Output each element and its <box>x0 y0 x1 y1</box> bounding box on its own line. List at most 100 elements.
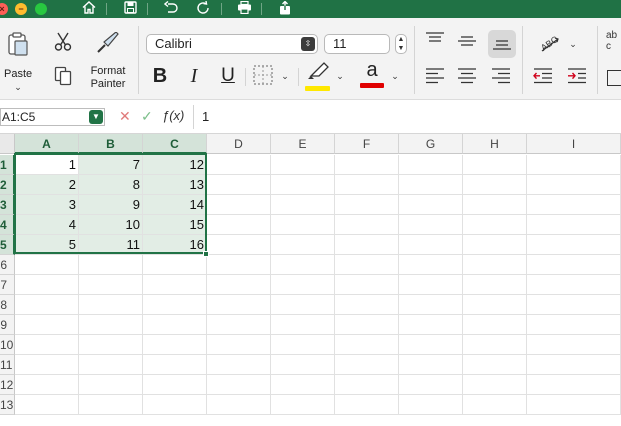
cell-h8[interactable] <box>463 295 527 315</box>
cell-e5[interactable] <box>271 235 335 255</box>
cell-b3[interactable]: 9 <box>79 195 143 215</box>
cell-d12[interactable] <box>207 375 271 395</box>
cell-c9[interactable] <box>143 315 207 335</box>
cell-d7[interactable] <box>207 275 271 295</box>
bold-button[interactable]: B <box>150 64 170 88</box>
row-header-5[interactable]: 5 <box>0 235 15 255</box>
cell-d10[interactable] <box>207 335 271 355</box>
cell-i11[interactable] <box>527 355 621 375</box>
cell-e9[interactable] <box>271 315 335 335</box>
cell-h13[interactable] <box>463 395 527 415</box>
fill-handle[interactable] <box>203 251 209 257</box>
cell-a5[interactable]: 5 <box>15 235 79 255</box>
column-header-d[interactable]: D <box>207 134 271 154</box>
cell-g9[interactable] <box>399 315 463 335</box>
cell-b5[interactable]: 11 <box>79 235 143 255</box>
cell-d9[interactable] <box>207 315 271 335</box>
cell-f9[interactable] <box>335 315 399 335</box>
cell-f1[interactable] <box>335 155 399 175</box>
increase-indent-button[interactable] <box>566 68 588 88</box>
chevron-down-icon[interactable]: ⌄ <box>4 81 32 94</box>
wrap-text-button[interactable]: ab c <box>606 30 621 56</box>
cell-i3[interactable] <box>527 195 621 215</box>
align-right-button[interactable] <box>490 68 512 88</box>
cell-i13[interactable] <box>527 395 621 415</box>
cell-g3[interactable] <box>399 195 463 215</box>
underline-button[interactable]: U <box>218 64 238 88</box>
row-header-8[interactable]: 8 <box>0 295 15 315</box>
cell-g1[interactable] <box>399 155 463 175</box>
cell-i8[interactable] <box>527 295 621 315</box>
cell-e7[interactable] <box>271 275 335 295</box>
row-header-12[interactable]: 12 <box>0 375 15 395</box>
cell-g2[interactable] <box>399 175 463 195</box>
cell-a11[interactable] <box>15 355 79 375</box>
align-center-button[interactable] <box>456 68 478 88</box>
align-top-button[interactable] <box>424 32 446 54</box>
cell-f6[interactable] <box>335 255 399 275</box>
row-header-1[interactable]: 1 <box>0 155 15 175</box>
align-middle-button[interactable] <box>456 34 478 56</box>
cell-b7[interactable] <box>79 275 143 295</box>
cell-b4[interactable]: 10 <box>79 215 143 235</box>
font-color-dropdown-chevron[interactable]: ⌄ <box>390 70 400 83</box>
home-icon[interactable] <box>79 1 99 17</box>
cell-d11[interactable] <box>207 355 271 375</box>
cell-e11[interactable] <box>271 355 335 375</box>
cell-h9[interactable] <box>463 315 527 335</box>
cell-a13[interactable] <box>15 395 79 415</box>
cell-h5[interactable] <box>463 235 527 255</box>
cell-g12[interactable] <box>399 375 463 395</box>
save-icon[interactable] <box>120 1 140 17</box>
cell-f8[interactable] <box>335 295 399 315</box>
cell-f11[interactable] <box>335 355 399 375</box>
cell-f10[interactable] <box>335 335 399 355</box>
cell-a2[interactable]: 2 <box>15 175 79 195</box>
cell-i7[interactable] <box>527 275 621 295</box>
cell-d13[interactable] <box>207 395 271 415</box>
cell-f13[interactable] <box>335 395 399 415</box>
cell-i1[interactable] <box>527 155 621 175</box>
close-window-button[interactable]: × <box>0 3 8 15</box>
cell-e3[interactable] <box>271 195 335 215</box>
cell-h7[interactable] <box>463 275 527 295</box>
font-size-select[interactable]: 11 <box>324 34 390 54</box>
cell-c11[interactable] <box>143 355 207 375</box>
cell-h4[interactable] <box>463 215 527 235</box>
cell-d3[interactable] <box>207 195 271 215</box>
cell-g4[interactable] <box>399 215 463 235</box>
cell-h6[interactable] <box>463 255 527 275</box>
share-icon[interactable] <box>275 1 295 17</box>
merge-cells-button[interactable] <box>607 70 621 86</box>
cell-a7[interactable] <box>15 275 79 295</box>
column-header-b[interactable]: B <box>79 134 143 154</box>
row-header-6[interactable]: 6 <box>0 255 15 275</box>
orientation-dropdown-chevron[interactable]: ⌄ <box>568 38 578 51</box>
cell-g5[interactable] <box>399 235 463 255</box>
row-header-11[interactable]: 11 <box>0 355 15 375</box>
cell-g8[interactable] <box>399 295 463 315</box>
cell-a10[interactable] <box>15 335 79 355</box>
borders-button[interactable] <box>252 65 274 87</box>
chevron-down-icon[interactable]: ▼ <box>89 110 103 124</box>
cell-c3[interactable]: 14 <box>143 195 207 215</box>
cell-c1[interactable]: 12 <box>143 155 207 175</box>
column-header-f[interactable]: F <box>335 134 399 154</box>
cell-a9[interactable] <box>15 315 79 335</box>
column-header-g[interactable]: G <box>399 134 463 154</box>
cell-c2[interactable]: 13 <box>143 175 207 195</box>
cell-e2[interactable] <box>271 175 335 195</box>
row-header-2[interactable]: 2 <box>0 175 15 195</box>
align-bottom-button[interactable] <box>488 30 516 58</box>
cell-e10[interactable] <box>271 335 335 355</box>
select-all-corner[interactable] <box>0 134 15 154</box>
cell-d6[interactable] <box>207 255 271 275</box>
cell-e13[interactable] <box>271 395 335 415</box>
spreadsheet-grid[interactable]: A B C D E F G H I 1 1 7 12 2 2 8 13 3 3 9 14 4 4 10 15 5 5 11 16 6 7 8 9… <box>0 134 621 426</box>
cell-d2[interactable] <box>207 175 271 195</box>
cell-c6[interactable] <box>143 255 207 275</box>
paste-button[interactable]: Paste ⌄ <box>4 32 32 102</box>
cell-f5[interactable] <box>335 235 399 255</box>
cell-b10[interactable] <box>79 335 143 355</box>
cell-g11[interactable] <box>399 355 463 375</box>
